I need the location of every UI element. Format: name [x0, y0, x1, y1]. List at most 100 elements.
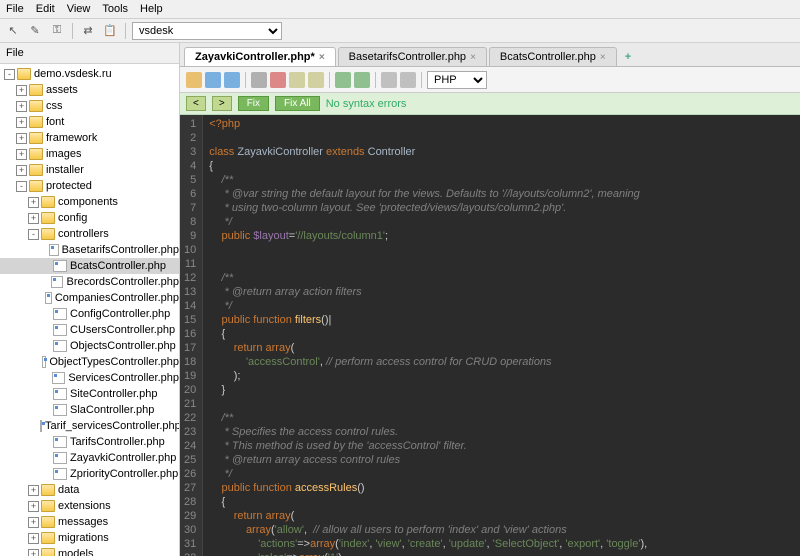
collapse-icon[interactable]: - — [4, 69, 15, 80]
tree-node[interactable]: -demo.vsdesk.ru — [0, 66, 179, 82]
tree-node[interactable]: BcatsController.php — [0, 258, 179, 274]
tree-node[interactable]: ServicesController.php — [0, 370, 179, 386]
open-icon[interactable] — [186, 72, 202, 88]
save-icon[interactable] — [205, 72, 221, 88]
editor-toolbar: PHP — [180, 67, 800, 93]
indent-icon[interactable] — [381, 72, 397, 88]
tree-node[interactable]: +messages — [0, 514, 179, 530]
save-all-icon[interactable] — [224, 72, 240, 88]
expand-icon[interactable]: + — [28, 485, 39, 496]
tree-node[interactable]: CompaniesController.php — [0, 290, 179, 306]
expand-icon[interactable]: + — [28, 213, 39, 224]
redo-icon[interactable] — [354, 72, 370, 88]
tree-node[interactable]: +components — [0, 194, 179, 210]
menu-tools[interactable]: Tools — [102, 3, 128, 15]
tree-node[interactable]: +models — [0, 546, 179, 556]
tree-node[interactable]: SlaController.php — [0, 402, 179, 418]
expand-icon[interactable]: + — [28, 501, 39, 512]
code-editor[interactable]: 1234567891011121314151617181920212223242… — [180, 115, 800, 556]
file-tree[interactable]: -demo.vsdesk.ru+assets+css+font+framewor… — [0, 64, 179, 556]
folder-icon — [29, 100, 43, 112]
add-tab-button[interactable]: + — [619, 48, 637, 66]
tree-node[interactable]: +assets — [0, 82, 179, 98]
undo-icon[interactable] — [335, 72, 351, 88]
tree-node[interactable]: CUsersController.php — [0, 322, 179, 338]
tree-node[interactable]: ObjectsController.php — [0, 338, 179, 354]
expand-icon[interactable]: + — [16, 101, 27, 112]
tree-label: ConfigController.php — [70, 308, 170, 320]
collapse-icon[interactable]: - — [28, 229, 39, 240]
cursor-icon[interactable]: ↖ — [4, 22, 22, 40]
expand-icon[interactable]: + — [16, 165, 27, 176]
separator — [375, 72, 376, 88]
wand-icon[interactable]: ✎ — [26, 22, 44, 40]
language-combo[interactable]: PHP — [427, 71, 487, 89]
key-icon[interactable]: ⚿ — [48, 22, 66, 40]
expand-icon[interactable]: + — [28, 533, 39, 544]
prev-error-button[interactable]: < — [186, 96, 206, 111]
tree-node[interactable]: TarifsController.php — [0, 434, 179, 450]
folder-icon — [29, 164, 43, 176]
tree-node[interactable]: ZayavkiController.php — [0, 450, 179, 466]
expand-icon[interactable]: + — [16, 117, 27, 128]
menubar: File Edit View Tools Help — [0, 0, 800, 19]
project-combo[interactable]: vsdesk — [132, 22, 282, 40]
expand-icon[interactable]: + — [16, 85, 27, 96]
tree-node[interactable]: +css — [0, 98, 179, 114]
cut-icon[interactable] — [270, 72, 286, 88]
tab-label: BasetarifsController.php — [349, 51, 466, 63]
paste-icon[interactable] — [308, 72, 324, 88]
code-content[interactable]: <?php class ZayavkiController extends Co… — [203, 115, 724, 556]
tree-label: migrations — [58, 532, 109, 544]
tree-node[interactable]: ObjectTypesController.php — [0, 354, 179, 370]
expand-icon[interactable]: + — [16, 149, 27, 160]
menu-file[interactable]: File — [6, 3, 24, 15]
syntax-message: No syntax errors — [326, 98, 407, 110]
menu-help[interactable]: Help — [140, 3, 163, 15]
close-icon[interactable]: × — [600, 52, 606, 63]
outdent-icon[interactable] — [400, 72, 416, 88]
menu-edit[interactable]: Edit — [36, 3, 55, 15]
php-icon — [53, 452, 67, 464]
tree-label: data — [58, 484, 79, 496]
expand-icon[interactable]: + — [28, 549, 39, 556]
copy-icon[interactable] — [289, 72, 305, 88]
tree-node[interactable]: ZpriorityController.php — [0, 466, 179, 482]
tree-node[interactable]: +images — [0, 146, 179, 162]
tree-node[interactable]: -controllers — [0, 226, 179, 242]
tree-node[interactable]: SiteController.php — [0, 386, 179, 402]
tree-node[interactable]: +extensions — [0, 498, 179, 514]
close-icon[interactable]: × — [319, 52, 325, 63]
tree-node[interactable]: ConfigController.php — [0, 306, 179, 322]
editor-tab[interactable]: BcatsController.php× — [489, 47, 617, 66]
php-icon — [42, 356, 46, 368]
tree-node[interactable]: +installer — [0, 162, 179, 178]
tree-node[interactable]: -protected — [0, 178, 179, 194]
close-icon[interactable]: × — [470, 52, 476, 63]
compare-icon[interactable]: ⇄ — [79, 22, 97, 40]
clipboard-icon[interactable]: 📋 — [101, 22, 119, 40]
sidebar-label: File — [0, 43, 179, 64]
print-icon[interactable] — [251, 72, 267, 88]
tree-label: TarifsController.php — [70, 436, 165, 448]
tree-label: framework — [46, 132, 97, 144]
tree-node[interactable]: BrecordsController.php — [0, 274, 179, 290]
tree-node[interactable]: + framework — [0, 130, 179, 146]
fix-button[interactable]: Fix — [238, 96, 269, 111]
tree-node[interactable]: + migrations — [0, 530, 179, 546]
collapse-icon[interactable]: - — [16, 181, 27, 192]
fixall-button[interactable]: Fix All — [275, 96, 320, 111]
editor-tab[interactable]: BasetarifsController.php × — [338, 47, 487, 66]
expand-icon[interactable]: + — [16, 133, 27, 144]
tree-node[interactable]: + data — [0, 482, 179, 498]
menu-view[interactable]: View — [67, 3, 91, 15]
tree-node[interactable]: +config — [0, 210, 179, 226]
editor-tab[interactable]: ZayavkiController.php*× — [184, 47, 336, 66]
folder-icon — [41, 484, 55, 496]
tree-node[interactable]: BasetarifsController.php — [0, 242, 179, 258]
next-error-button[interactable]: > — [212, 96, 232, 111]
expand-icon[interactable]: + — [28, 197, 39, 208]
tree-node[interactable]: +font — [0, 114, 179, 130]
tree-node[interactable]: Tarif_servicesController.php — [0, 418, 179, 434]
expand-icon[interactable]: + — [28, 517, 39, 528]
